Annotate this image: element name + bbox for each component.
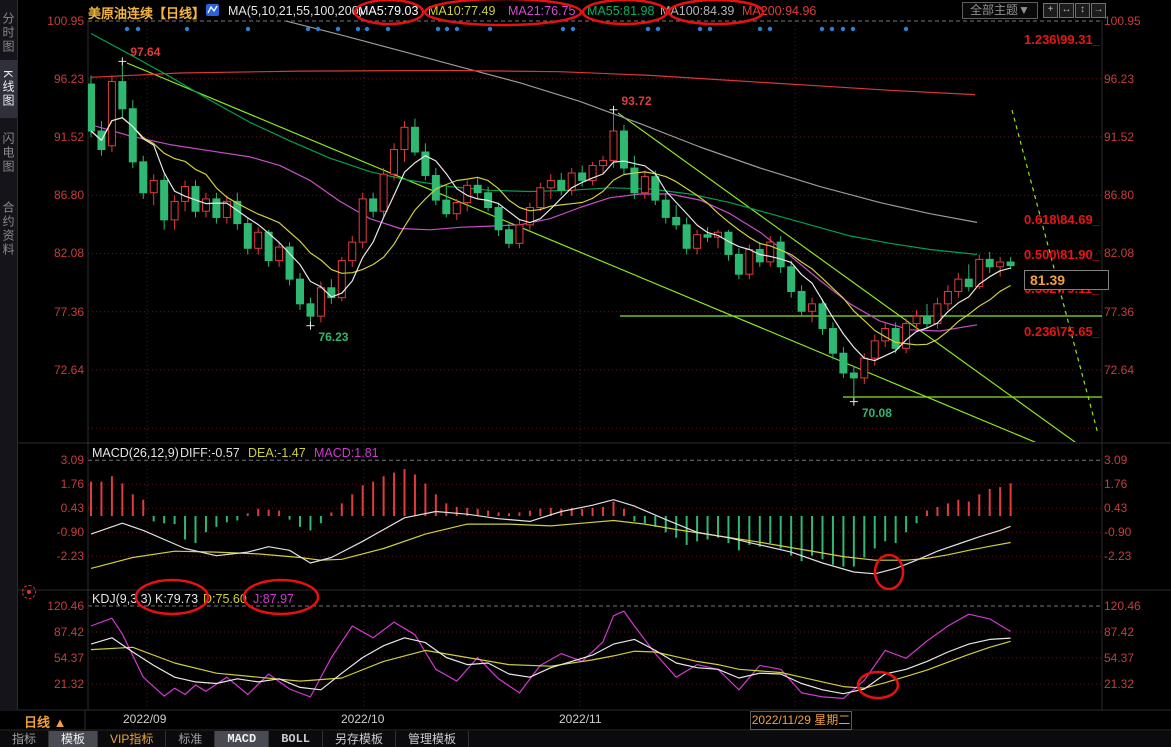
- chart-header: 美原油连续【日线】 MA(5,10,21,55,100,200) MA5:79.…: [0, 0, 1171, 20]
- chart-canvas[interactable]: [0, 0, 1171, 747]
- ma-overlays: [91, 21, 977, 331]
- sidebar-item-合约资料[interactable]: 合约资料: [0, 188, 17, 270]
- tab-另存模板[interactable]: 另存模板: [323, 731, 396, 747]
- ma-value-3: MA21:76.75: [508, 4, 575, 18]
- tab-MACD[interactable]: MACD: [215, 731, 269, 747]
- ma-value-2: MA10:77.49: [428, 4, 495, 18]
- signal-dots: [125, 27, 908, 31]
- line-chart-icon: [206, 3, 220, 17]
- kdj-k-value: K:79.73: [155, 592, 198, 606]
- instrument-title: 美原油连续【日线】: [88, 3, 205, 22]
- trendlines: [127, 63, 1102, 458]
- candles: [88, 61, 1015, 401]
- shift-right-icon[interactable]: →: [1091, 3, 1106, 18]
- macd-indicator-label: MACD(26,12,9): [92, 446, 179, 460]
- extreme-markers: [118, 57, 858, 405]
- pan-icon[interactable]: +: [1043, 3, 1058, 18]
- fit-height-icon[interactable]: ↕: [1075, 3, 1090, 18]
- tab-管理模板[interactable]: 管理模板: [396, 731, 469, 747]
- macd-panel: [91, 469, 1011, 574]
- bottom-tab-bar: 指标模板VIP指标标准MACDBOLL另存模板管理模板: [0, 731, 1171, 747]
- tab-指标[interactable]: 指标: [0, 731, 49, 747]
- theme-dropdown-button[interactable]: 全部主题▼: [962, 2, 1038, 19]
- tab-模板[interactable]: 模板: [49, 731, 98, 747]
- macd-dea-value: DEA:-1.47: [248, 446, 306, 460]
- ma-value-6: MA200:94.96: [742, 4, 816, 18]
- macd-diff-value: DIFF:-0.57: [180, 446, 240, 460]
- panel-borders: [0, 20, 1171, 730]
- ma-value-1: MA5:79.03: [358, 4, 418, 18]
- kdj-panel: [91, 611, 1011, 698]
- current-date-box: 2022/11/29 星期二: [750, 711, 852, 730]
- sidebar-item-K线图[interactable]: K线图: [0, 60, 17, 118]
- indicator-settings-icon[interactable]: [22, 585, 36, 599]
- period-selector[interactable]: 日线 ▲: [24, 712, 66, 731]
- tab-VIP指标[interactable]: VIP指标: [98, 731, 166, 747]
- kdj-d-value: D:75.60: [203, 592, 247, 606]
- kdj-j-value: J:87.97: [253, 592, 294, 606]
- sidebar-item-闪电图[interactable]: 闪电图: [0, 122, 17, 184]
- fit-width-icon[interactable]: ↔: [1059, 3, 1074, 18]
- trading-app-window: 97.6493.7276.2370.08100.95100.9596.2396.…: [0, 0, 1171, 747]
- ma-value-4: MA55:81.98: [587, 4, 654, 18]
- sidebar: 分时图K线图闪电图合约资料: [0, 0, 18, 710]
- tab-BOLL[interactable]: BOLL: [269, 731, 323, 747]
- ma-value-5: MA100:84.39: [660, 4, 734, 18]
- kdj-indicator-label: KDJ(9,3,3): [92, 592, 152, 606]
- tab-标准[interactable]: 标准: [166, 731, 215, 747]
- ma-settings-label: MA(5,10,21,55,100,200): [228, 4, 363, 18]
- macd-macd-value: MACD:1.81: [314, 446, 379, 460]
- current-price-badge: 81.39: [1024, 270, 1109, 290]
